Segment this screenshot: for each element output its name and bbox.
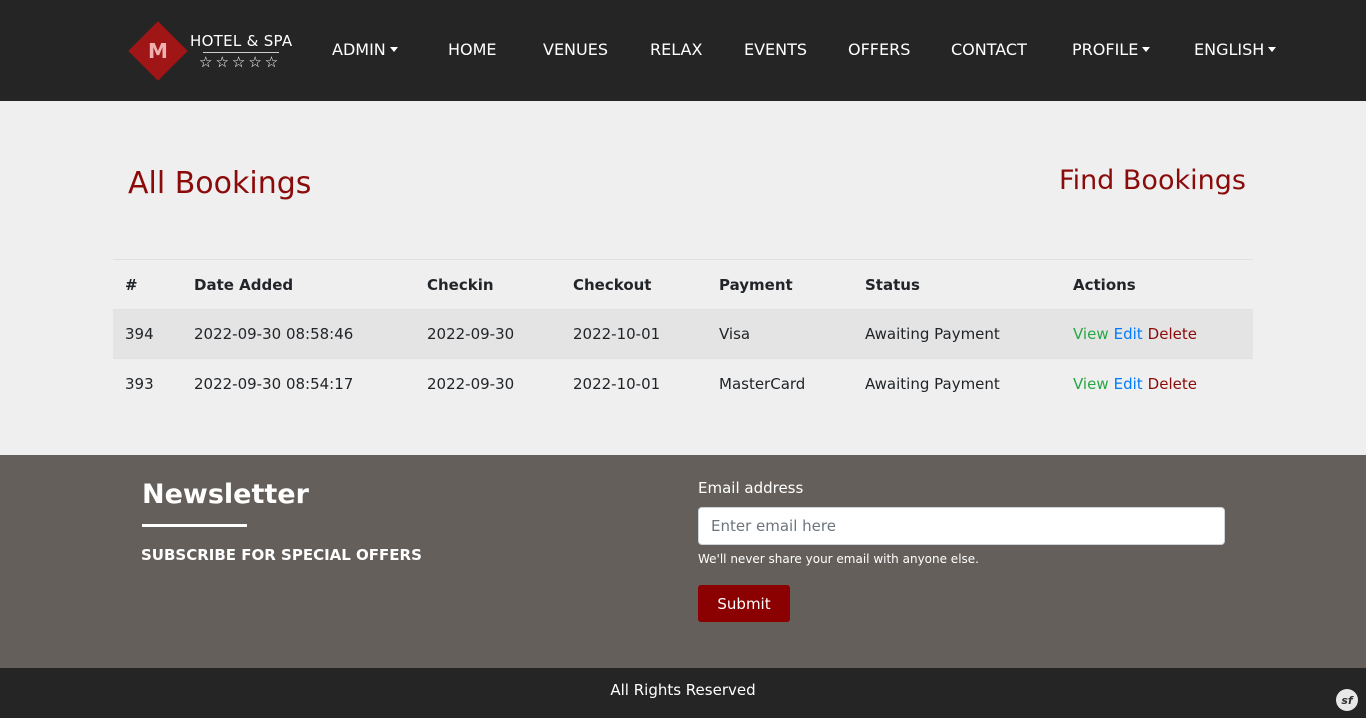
newsletter-section: Newsletter SUBSCRIBE FOR SPECIAL OFFERS …	[0, 455, 1366, 668]
nav-offers[interactable]: OFFERS	[848, 40, 910, 59]
cell-actions: View Edit Delete	[1073, 359, 1197, 408]
cell-date-added: 2022-09-30 08:54:17	[194, 374, 354, 393]
nav-relax[interactable]: RELAX	[650, 40, 702, 59]
newsletter-title: Newsletter	[142, 479, 309, 510]
column-header-payment: Payment	[719, 275, 793, 294]
view-link[interactable]: View	[1073, 375, 1109, 393]
newsletter-subtitle: SUBSCRIBE FOR SPECIAL OFFERS	[141, 546, 422, 564]
table-header-row: # Date Added Checkin Checkout Payment St…	[113, 260, 1253, 310]
cell-status: Awaiting Payment	[865, 374, 1000, 393]
nav-admin-label: ADMIN	[332, 40, 386, 59]
nav-profile-label: PROFILE	[1072, 40, 1139, 59]
caret-down-icon	[1268, 47, 1277, 52]
column-header-actions: Actions	[1073, 275, 1136, 294]
column-header-checkout: Checkout	[573, 275, 652, 294]
cell-payment: Visa	[719, 325, 751, 343]
caret-down-icon	[389, 47, 398, 52]
top-navbar: M HOTEL & SPA ☆☆☆☆☆ ADMIN HOME VENUES RE…	[0, 0, 1366, 101]
brand-name: HOTEL & SPA	[190, 32, 293, 50]
page-title: All Bookings	[128, 166, 312, 201]
delete-link[interactable]: Delete	[1148, 375, 1197, 393]
find-bookings-link[interactable]: Find Bookings	[1059, 165, 1246, 196]
nav-admin-dropdown[interactable]: ADMIN	[332, 40, 398, 59]
view-link[interactable]: View	[1073, 325, 1109, 343]
cell-checkin: 2022-09-30	[427, 325, 515, 343]
cell-checkout: 2022-10-01	[573, 325, 661, 343]
newsletter-divider	[142, 524, 247, 527]
caret-down-icon	[1142, 47, 1151, 52]
nav-events[interactable]: EVENTS	[744, 40, 807, 59]
nav-home[interactable]: HOME	[448, 40, 497, 59]
nav-venues[interactable]: VENUES	[543, 40, 608, 59]
footer: All Rights Reserved sf	[0, 668, 1366, 718]
nav-profile-dropdown[interactable]: PROFILE	[1072, 40, 1151, 59]
cell-checkin: 2022-09-30	[427, 374, 515, 393]
email-help-text: We'll never share your email with anyone…	[698, 552, 979, 566]
email-label: Email address	[698, 479, 804, 497]
symfony-icon[interactable]: sf	[1336, 689, 1358, 711]
bookings-table: # Date Added Checkin Checkout Payment St…	[113, 259, 1253, 408]
table-row: 394 2022-09-30 08:58:46 2022-09-30 2022-…	[113, 310, 1253, 359]
cell-status: Awaiting Payment	[865, 325, 1000, 343]
edit-link[interactable]: Edit	[1114, 325, 1143, 343]
edit-link[interactable]: Edit	[1114, 375, 1143, 393]
column-header-date-added: Date Added	[194, 275, 294, 294]
email-field[interactable]	[698, 507, 1225, 545]
cell-checkout: 2022-10-01	[573, 374, 661, 393]
cell-payment: MasterCard	[719, 374, 806, 393]
cell-actions: View Edit Delete	[1073, 310, 1197, 358]
nav-language-label: ENGLISH	[1194, 40, 1265, 59]
cell-id: 394	[125, 325, 154, 343]
logo-mark: M	[148, 39, 168, 63]
nav-contact[interactable]: CONTACT	[951, 40, 1027, 59]
cell-id: 393	[125, 374, 154, 393]
star-rating-icon: ☆☆☆☆☆	[199, 53, 282, 71]
cell-date-added: 2022-09-30 08:58:46	[194, 325, 354, 343]
copyright-text: All Rights Reserved	[610, 681, 756, 699]
column-header-status: Status	[865, 275, 920, 294]
submit-button[interactable]: Submit	[698, 585, 790, 622]
nav-language-dropdown[interactable]: ENGLISH	[1194, 40, 1277, 59]
column-header-checkin: Checkin	[427, 275, 494, 294]
table-row: 393 2022-09-30 08:54:17 2022-09-30 2022-…	[113, 359, 1253, 408]
column-header-id: #	[125, 275, 138, 294]
hotel-logo[interactable]: M HOTEL & SPA ☆☆☆☆☆	[128, 21, 299, 81]
delete-link[interactable]: Delete	[1148, 325, 1197, 343]
